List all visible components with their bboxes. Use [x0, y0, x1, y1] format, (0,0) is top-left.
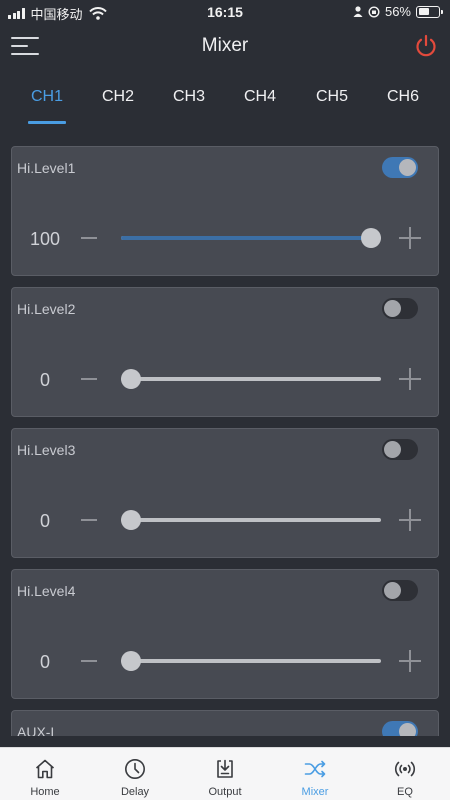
tab-delay[interactable]: Delay [90, 748, 180, 800]
bottom-tab-bar: Home Delay Output Mixer EQ [0, 747, 450, 800]
level-value: 0 [39, 652, 50, 672]
mixer-list[interactable]: Hi.Level1 100 Hi.Level2 0 Hi.Level3 0 Hi… [0, 140, 450, 736]
tab-label: Output [208, 786, 242, 798]
level-slider[interactable] [121, 227, 381, 249]
tab-mixer[interactable]: Mixer [270, 748, 360, 800]
channel-toggle[interactable] [382, 721, 418, 736]
plus-button[interactable] [399, 650, 421, 672]
tab-ch2[interactable]: CH2 [88, 88, 148, 106]
slider-track [121, 377, 381, 381]
tab-label: Mixer [301, 786, 329, 798]
mixer-icon [304, 760, 326, 778]
slider-track [121, 518, 381, 522]
minus-button[interactable] [81, 378, 97, 380]
tab-ch4[interactable]: CH4 [230, 88, 290, 106]
slider-thumb[interactable] [121, 369, 141, 389]
page-title: Mixer [201, 35, 249, 56]
slider-track [121, 659, 381, 663]
tab-ch6[interactable]: CH6 [373, 88, 433, 106]
tab-output[interactable]: Output [180, 748, 270, 800]
active-tab-indicator [28, 121, 66, 124]
tab-label: Delay [120, 786, 150, 798]
channel-label: Hi.Level2 [17, 301, 76, 317]
slider-thumb[interactable] [361, 228, 381, 248]
power-icon[interactable] [414, 34, 438, 58]
mixer-card-hi-level1: Hi.Level1 100 [11, 146, 439, 276]
channel-tabs: CH1 CH2 CH3 CH4 CH5 CH6 [0, 80, 450, 126]
channel-toggle[interactable] [382, 580, 418, 601]
plus-button[interactable] [399, 368, 421, 390]
channel-label: Hi.Level3 [17, 442, 76, 458]
minus-button[interactable] [81, 660, 97, 662]
mixer-card-hi-level3: Hi.Level3 0 [11, 428, 439, 558]
output-icon [217, 759, 233, 778]
orientation-lock-icon [368, 5, 380, 18]
tab-home[interactable]: Home [0, 748, 90, 800]
toggle-knob [399, 723, 416, 736]
eq-icon [394, 761, 416, 777]
mixer-card-hi-level2: Hi.Level2 0 [11, 287, 439, 417]
level-value: 0 [39, 370, 50, 390]
home-icon [35, 759, 55, 779]
channel-toggle[interactable] [382, 439, 418, 460]
channel-label: Hi.Level4 [17, 583, 76, 599]
slider-thumb[interactable] [121, 510, 141, 530]
level-value: 100 [29, 229, 61, 249]
tab-label: Home [30, 786, 60, 798]
app-header: Mixer [0, 24, 450, 70]
tab-ch5[interactable]: CH5 [302, 88, 362, 106]
channel-toggle[interactable] [382, 157, 418, 178]
mixer-card-aux-l: AUX-L [11, 710, 439, 736]
minus-button[interactable] [81, 237, 97, 239]
clock-icon [125, 759, 145, 779]
mixer-card-hi-level4: Hi.Level4 0 [11, 569, 439, 699]
battery-percent: 56% [384, 4, 411, 19]
plus-button[interactable] [399, 227, 421, 249]
slider-fill [121, 236, 371, 240]
plus-button[interactable] [399, 509, 421, 531]
toggle-knob [384, 300, 401, 317]
toggle-knob [384, 441, 401, 458]
battery-icon [416, 5, 443, 18]
level-value: 0 [39, 511, 50, 531]
person-icon [353, 6, 363, 17]
tab-eq[interactable]: EQ [360, 748, 450, 800]
slider-thumb[interactable] [121, 651, 141, 671]
level-slider[interactable] [121, 368, 381, 390]
tab-ch1[interactable]: CH1 [17, 88, 77, 106]
toggle-knob [399, 159, 416, 176]
tab-label: EQ [397, 786, 413, 798]
minus-button[interactable] [81, 519, 97, 521]
tab-ch3[interactable]: CH3 [159, 88, 219, 106]
status-bar: 中国移动 16:15 56% [0, 0, 450, 24]
channel-label: AUX-L [17, 724, 59, 736]
channel-toggle[interactable] [382, 298, 418, 319]
toggle-knob [384, 582, 401, 599]
level-slider[interactable] [121, 650, 381, 672]
channel-label: Hi.Level1 [17, 160, 76, 176]
level-slider[interactable] [121, 509, 381, 531]
